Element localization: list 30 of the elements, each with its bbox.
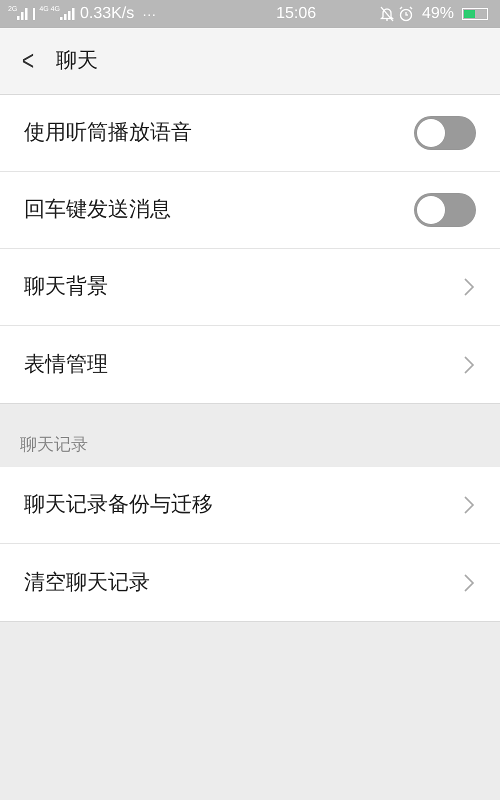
- bell-icon: [380, 6, 394, 22]
- row-label: 聊天背景: [24, 274, 108, 300]
- settings-row[interactable]: 回车键发送消息: [0, 172, 500, 249]
- alarm-icon: [398, 6, 414, 22]
- chevron-right-icon: [464, 278, 474, 296]
- row-label: 清空聊天记录: [24, 570, 150, 596]
- battery-percent: 49%: [422, 4, 454, 24]
- signal-icon: [60, 8, 76, 20]
- toggle-switch[interactable]: [414, 116, 476, 150]
- battery-icon: [462, 8, 488, 20]
- chevron-right-icon: [464, 356, 474, 374]
- page-title: 聊天: [56, 48, 98, 74]
- settings-row[interactable]: 聊天记录备份与迁移: [0, 467, 500, 544]
- chevron-right-icon: [464, 574, 474, 592]
- settings-row[interactable]: 使用听筒播放语音: [0, 95, 500, 172]
- more-indicator: ···: [142, 4, 156, 24]
- row-label: 表情管理: [24, 352, 108, 378]
- network-speed: 0.33K/s: [80, 4, 134, 24]
- section-header: 聊天记录: [20, 434, 88, 456]
- back-button[interactable]: <: [19, 40, 37, 82]
- chevron-right-icon: [464, 496, 474, 514]
- clock: 15:06: [275, 4, 316, 24]
- toggle-switch[interactable]: [414, 193, 476, 227]
- settings-row[interactable]: 表情管理: [0, 326, 500, 403]
- row-label: 使用听筒播放语音: [24, 120, 192, 146]
- settings-row[interactable]: 清空聊天记录: [0, 544, 500, 621]
- settings-row[interactable]: 聊天背景: [0, 249, 500, 326]
- row-label: 回车键发送消息: [24, 197, 171, 224]
- signal-icon: [17, 8, 30, 20]
- row-label: 聊天记录备份与迁移: [24, 492, 213, 518]
